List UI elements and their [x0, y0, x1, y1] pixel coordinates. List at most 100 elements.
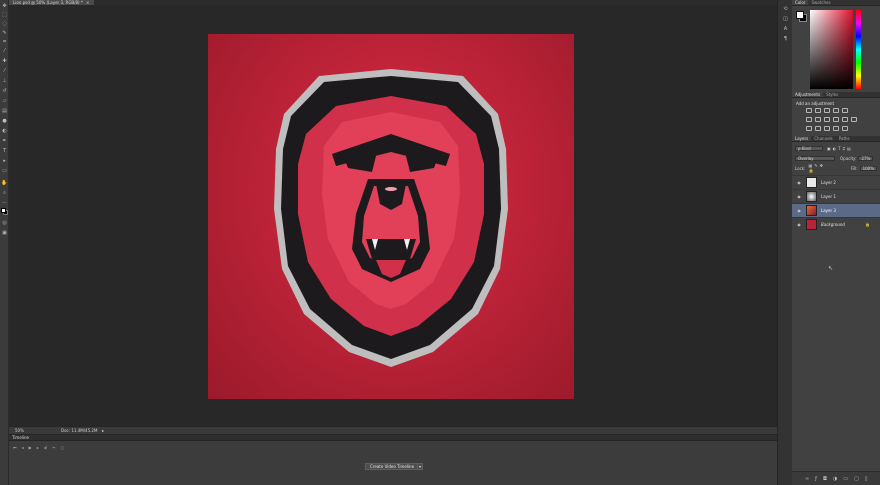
hue-saturation-icon[interactable] — [806, 117, 812, 122]
tools-panel: ✥ ⬚ ◌ ✎ ⌗ ⁄ ✚ ⁄ ⊥ ↺ ▱ ▤ ● ◐ ✒ T ▸ ▭ ✋ ⌕ … — [0, 0, 9, 485]
posterize-icon[interactable] — [815, 126, 821, 131]
visibility-eye-icon[interactable]: ◉ — [796, 208, 802, 213]
folder-icon[interactable]: ▭ — [843, 476, 848, 482]
tab-adjustments[interactable]: Adjustments — [792, 92, 824, 97]
stamp-tool-icon[interactable]: ⊥ — [1, 78, 8, 84]
artboard[interactable] — [208, 34, 574, 399]
gradient-tool-icon[interactable]: ▤ — [1, 108, 8, 114]
layer-name[interactable]: Background — [821, 222, 845, 227]
transition-icon[interactable]: ◻ — [61, 445, 64, 450]
hue-slider[interactable] — [856, 10, 861, 89]
gradient-map-icon[interactable] — [833, 126, 839, 131]
canvas-area[interactable] — [9, 5, 777, 426]
blend-mode-select[interactable]: Overlay — [795, 155, 835, 161]
path-select-tool-icon[interactable]: ▸ — [1, 158, 8, 164]
mask-icon[interactable]: ◘ — [823, 476, 827, 482]
eyedropper-tool-icon[interactable]: ⁄ — [1, 48, 8, 54]
layer-filter-select[interactable]: ρ Kind — [795, 145, 823, 151]
tab-channels[interactable]: Channels — [811, 136, 836, 141]
fill-field[interactable]: 100% — [859, 165, 877, 171]
blur-tool-icon[interactable]: ● — [1, 118, 8, 124]
paragraph-icon[interactable]: ¶ — [782, 36, 789, 42]
lasso-tool-icon[interactable]: ◌ — [1, 21, 8, 27]
layer-row-layer-3[interactable]: ◉ Layer 3 — [792, 203, 880, 217]
chevron-down-icon[interactable]: ▾ — [417, 463, 423, 470]
lock-icon: 🔒 — [865, 222, 870, 227]
tab-swatches[interactable]: Swatches — [808, 0, 833, 5]
layer-row-background[interactable]: ◉ Background 🔒 — [792, 217, 880, 231]
type-tool-icon[interactable]: T — [1, 148, 8, 154]
marquee-tool-icon[interactable]: ⬚ — [1, 12, 8, 18]
lock-icons[interactable]: ▦✎✥🔒 — [808, 163, 830, 173]
color-picker-field[interactable] — [810, 10, 853, 89]
brush-tool-icon[interactable]: ⁄ — [1, 68, 8, 74]
layer-thumbnail — [806, 191, 817, 202]
black-white-icon[interactable] — [824, 117, 830, 122]
threshold-icon[interactable] — [824, 126, 830, 131]
color-balance-icon[interactable] — [815, 117, 821, 122]
add-adjustment-title: Add an adjustment — [796, 101, 835, 106]
adjustments-panel-tabs: Adjustments Styles — [792, 92, 880, 98]
healing-tool-icon[interactable]: ✚ — [1, 58, 8, 64]
layer-name[interactable]: Layer 3 — [821, 208, 836, 213]
shape-tool-icon[interactable]: ▭ — [1, 168, 8, 174]
quick-select-tool-icon[interactable]: ✎ — [1, 30, 8, 36]
pen-tool-icon[interactable]: ✒ — [1, 138, 8, 144]
timeline-title[interactable]: Timeline — [12, 435, 29, 441]
visibility-eye-icon[interactable]: ◉ — [796, 180, 802, 185]
filter-icons[interactable]: ▣◐T⌗▤ — [827, 146, 853, 151]
channel-mixer-icon[interactable] — [842, 117, 848, 122]
tab-layers[interactable]: Layers — [792, 136, 812, 141]
visibility-eye-icon[interactable]: ◉ — [796, 222, 802, 227]
layer-row-layer-2[interactable]: ◉ Layer 2 — [792, 175, 880, 189]
zoom-level-field[interactable]: 50% — [15, 427, 24, 434]
layer-row-layer-1[interactable]: ◉ Layer 1 — [792, 189, 880, 203]
zoom-tool-icon[interactable]: ⌕ — [1, 190, 8, 196]
next-frame-icon[interactable]: ▸ — [37, 445, 39, 450]
link-icon[interactable]: ∞ — [805, 476, 809, 482]
vibrance-icon[interactable] — [842, 108, 848, 113]
new-layer-icon[interactable]: ▢ — [854, 476, 859, 482]
hand-tool-icon[interactable]: ✋ — [1, 180, 8, 186]
properties-icon[interactable]: ◫ — [782, 16, 789, 22]
tab-styles[interactable]: Styles — [823, 92, 841, 97]
layer-name[interactable]: Layer 2 — [821, 180, 836, 185]
history-icon[interactable]: ⟲ — [782, 6, 789, 12]
previous-frame-icon[interactable]: ◂ — [22, 445, 24, 450]
photo-filter-icon[interactable] — [833, 117, 839, 122]
fx-icon[interactable]: ƒ — [815, 476, 817, 482]
eraser-tool-icon[interactable]: ▱ — [1, 98, 8, 104]
character-icon[interactable]: A — [782, 26, 789, 32]
foreground-swatch[interactable] — [796, 11, 804, 19]
play-icon[interactable]: ▶ — [29, 445, 32, 450]
exposure-icon[interactable] — [833, 108, 839, 113]
split-icon[interactable]: ✂ — [52, 445, 55, 450]
quick-mask-icon[interactable]: ◎ — [1, 220, 8, 226]
status-menu-arrow-icon[interactable]: ▸ — [102, 427, 104, 434]
trash-icon[interactable]: ▯ — [865, 476, 868, 482]
crop-tool-icon[interactable]: ⌗ — [1, 39, 8, 45]
more-tools-icon[interactable]: ⋯ — [1, 200, 8, 206]
brightness-icon[interactable] — [806, 108, 812, 113]
tab-paths[interactable]: Paths — [836, 136, 853, 141]
create-video-timeline-button[interactable]: Create Video Timeline — [365, 463, 420, 470]
color-lookup-icon[interactable] — [851, 117, 857, 122]
tab-color[interactable]: Color — [792, 0, 809, 5]
opacity-field[interactable]: 27% — [858, 155, 874, 161]
levels-icon[interactable] — [815, 108, 821, 113]
dodge-tool-icon[interactable]: ◐ — [1, 128, 8, 134]
audio-icon[interactable]: ◂) — [44, 445, 48, 450]
layer-thumbnail — [806, 177, 817, 188]
selective-color-icon[interactable] — [842, 126, 848, 131]
layer-name[interactable]: Layer 1 — [821, 194, 836, 199]
curves-icon[interactable] — [824, 108, 830, 113]
visibility-eye-icon[interactable]: ◉ — [796, 194, 802, 199]
move-tool-icon[interactable]: ✥ — [1, 3, 8, 9]
first-frame-icon[interactable]: ⏮ — [13, 445, 17, 450]
history-brush-tool-icon[interactable]: ↺ — [1, 88, 8, 94]
foreground-color-swatch[interactable] — [1, 208, 6, 213]
screen-mode-icon[interactable]: ▣ — [1, 230, 8, 236]
lion-logo — [274, 69, 508, 367]
adjustment-icon[interactable]: ◑ — [833, 476, 837, 482]
invert-icon[interactable] — [806, 126, 812, 131]
